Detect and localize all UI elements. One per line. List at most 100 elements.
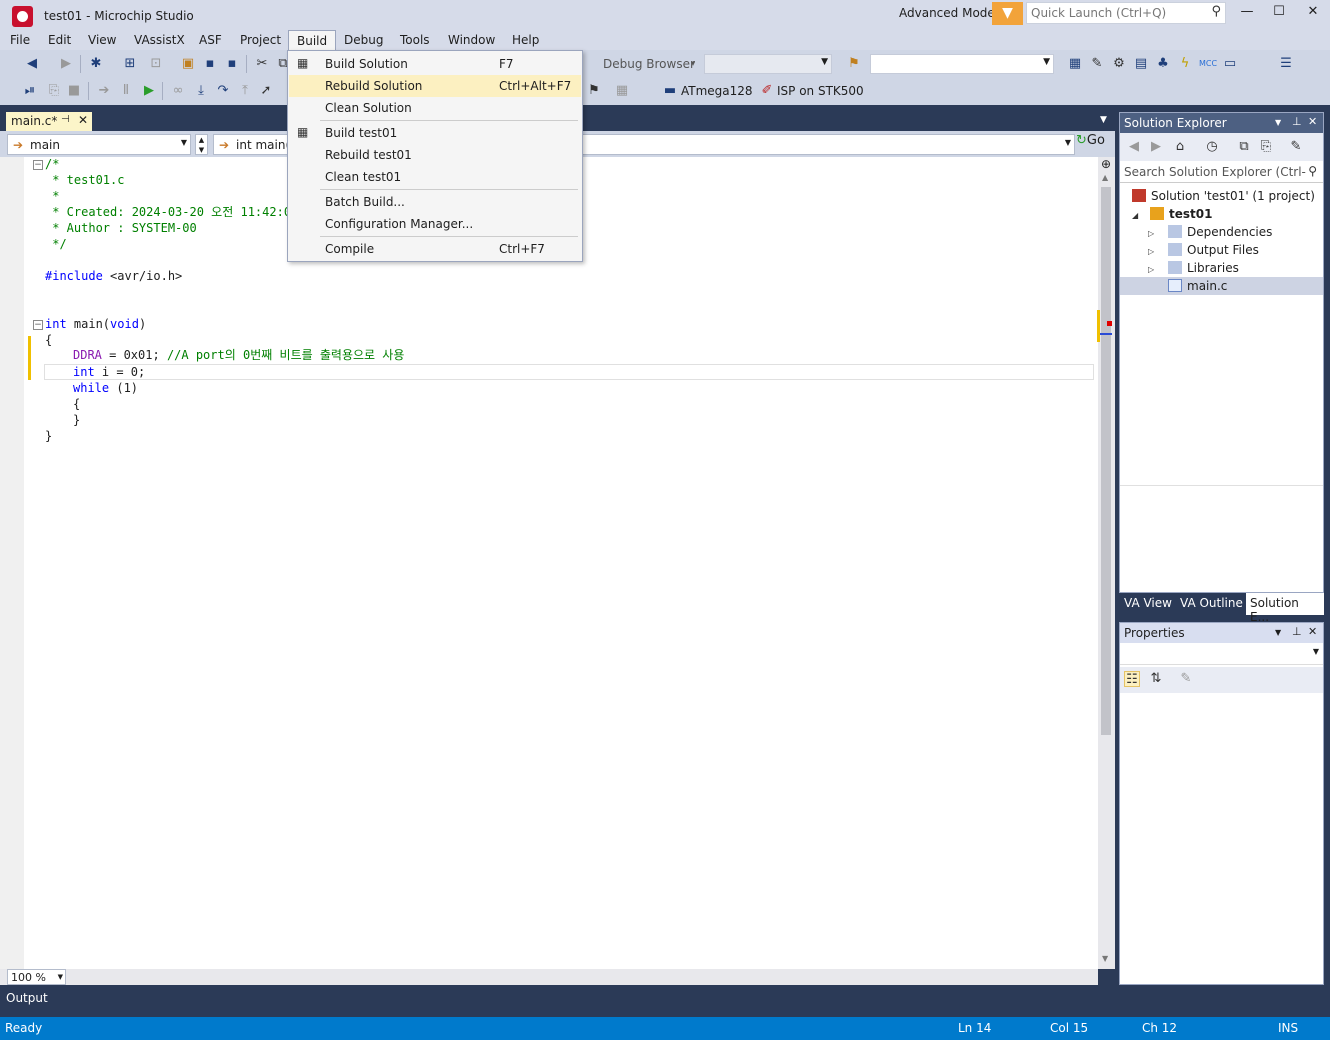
tab-main-c[interactable]: main.c* ⊣ ✕ — [6, 112, 92, 131]
chevron-down-icon[interactable]: ▼ — [1275, 118, 1281, 127]
tree-solution[interactable]: Solution 'test01' (1 project) — [1132, 189, 1315, 203]
step-into-icon[interactable]: ⤓ — [193, 83, 209, 99]
step-out-icon[interactable]: ⤒ — [237, 83, 253, 99]
collapsed-icon[interactable]: ▷ — [1148, 247, 1154, 256]
wrench-icon[interactable]: ✎ — [1288, 139, 1304, 155]
show-next-icon[interactable]: ➔ — [96, 83, 112, 99]
memory-icon[interactable]: ▤ — [1133, 56, 1149, 72]
menu-tools[interactable]: Tools — [400, 33, 430, 47]
forward-icon[interactable]: ▶ — [1148, 139, 1164, 155]
continue-icon[interactable]: ▶ — [141, 83, 157, 99]
minimize-button[interactable]: — — [1232, 4, 1262, 24]
solution-search-input[interactable]: Search Solution Explorer (Ctrl- ⚲ — [1120, 161, 1323, 183]
tree-output-files[interactable]: Output Files — [1168, 243, 1259, 257]
zoom-combo[interactable]: 100 % ▼ — [7, 969, 66, 985]
tree-project[interactable]: test01 — [1150, 207, 1212, 221]
wrench-icon[interactable]: ✎ — [1089, 56, 1105, 72]
menu-item-compile[interactable]: Compile Ctrl+F7 — [289, 238, 581, 260]
step-over-icon[interactable]: ↷ — [215, 83, 231, 99]
tab-solution-explorer[interactable]: Solution E... — [1246, 593, 1324, 624]
categorized-icon[interactable]: ☷ — [1124, 671, 1140, 687]
tab-va-view[interactable]: VA View — [1124, 596, 1172, 610]
plugin-icon[interactable]: ♣ — [1155, 56, 1171, 72]
menu-window[interactable]: Window — [448, 33, 495, 47]
find-combo[interactable]: ▼ — [870, 54, 1054, 74]
save-all-icon[interactable]: ▪ — [224, 56, 240, 72]
terminal-icon[interactable]: ▭ — [1222, 56, 1238, 72]
pin-icon[interactable]: ⊣ — [61, 114, 70, 125]
back-icon[interactable]: ◀ — [24, 56, 40, 72]
menu-item-rebuild-project[interactable]: Rebuild test01 — [289, 144, 581, 166]
menu-item-build-solution[interactable]: ▦ Build Solution F7 — [289, 53, 581, 75]
open-file-icon[interactable]: ▣ — [180, 56, 196, 72]
tree-main-c[interactable]: main.c — [1120, 277, 1323, 295]
lightning-icon[interactable]: ϟ — [1177, 56, 1193, 72]
menu-asf[interactable]: ASF — [199, 33, 222, 47]
stop-icon[interactable]: ■ — [66, 83, 82, 99]
chevron-down-icon[interactable]: ▼ — [1275, 628, 1281, 637]
device-programming-icon[interactable]: ▦ — [1067, 56, 1083, 72]
menu-item-clean-project[interactable]: Clean test01 — [289, 166, 581, 188]
editor-vertical-scrollbar[interactable]: ⊕ ▲ ▼ — [1098, 157, 1115, 969]
filter-icon[interactable]: ▼ — [992, 2, 1023, 25]
menu-view[interactable]: View — [88, 33, 116, 47]
scroll-down-icon[interactable]: ▼ — [1102, 954, 1108, 963]
pin-icon[interactable]: ⊥ — [1292, 625, 1302, 638]
menu-build[interactable]: Build — [288, 30, 337, 52]
chip-icon[interactable]: ▦ — [614, 83, 630, 99]
collapsed-icon[interactable]: ▷ — [1148, 229, 1154, 238]
alphabetical-icon[interactable]: ⇅ — [1148, 671, 1164, 687]
debug-browser-button[interactable]: Debug Browser — [603, 57, 695, 71]
close-tab-icon[interactable]: ✕ — [78, 113, 88, 127]
go-button[interactable]: ↻Go — [1076, 133, 1112, 155]
editor-horizontal-scrollbar[interactable] — [0, 969, 1098, 985]
close-icon[interactable]: ✕ — [1308, 115, 1317, 128]
tool-button[interactable]: ISP on STK500 — [777, 84, 864, 98]
cut-icon[interactable]: ✂ — [254, 56, 270, 72]
find-in-files-icon[interactable]: ⚑ — [846, 56, 862, 72]
tree-dependencies[interactable]: Dependencies — [1168, 225, 1272, 239]
new-project-icon[interactable]: ✱ — [88, 56, 104, 72]
device-button[interactable]: ATmega128 — [681, 84, 753, 98]
properties-object-combo[interactable]: ▼ — [1120, 643, 1323, 665]
tab-output[interactable]: Output — [6, 991, 48, 1005]
forward-icon[interactable]: ▶ — [58, 56, 74, 72]
scope-spinner[interactable]: ▲ ▼ — [195, 134, 208, 155]
menu-item-rebuild-solution[interactable]: Rebuild Solution Ctrl+Alt+F7 — [289, 75, 581, 97]
settings-icon[interactable]: ⚙ — [1111, 56, 1127, 72]
split-icon[interactable]: ⊕ — [1101, 157, 1111, 171]
run-to-cursor-icon[interactable]: ➚ — [258, 83, 274, 99]
quick-launch-input[interactable]: Quick Launch (Ctrl+Q) ⚲ — [1026, 2, 1226, 24]
back-icon[interactable]: ◀ — [1126, 139, 1142, 155]
menu-file[interactable]: File — [10, 33, 30, 47]
start-without-debug-icon[interactable]: ⏯ — [22, 83, 38, 99]
scroll-up-icon[interactable]: ▲ — [1102, 173, 1108, 182]
add-new-icon[interactable]: ⊡ — [148, 56, 164, 72]
collapse-icon[interactable]: ⧉ — [1236, 139, 1252, 155]
menu-debug[interactable]: Debug — [344, 33, 383, 47]
fold-toggle-icon[interactable]: − — [33, 320, 43, 330]
pin-icon[interactable]: ⊥ — [1292, 115, 1302, 128]
pause-icon[interactable]: Ⅱ — [118, 83, 134, 99]
menu-help[interactable]: Help — [512, 33, 539, 47]
tool-icon[interactable]: ✐ — [759, 83, 775, 99]
expand-icon[interactable]: ◢ — [1132, 211, 1138, 220]
save-icon[interactable]: ▪ — [202, 56, 218, 72]
build-icon[interactable]: ⚑ — [586, 83, 602, 99]
menu-item-clean-solution[interactable]: Clean Solution — [289, 97, 581, 119]
menu-item-configuration-manager[interactable]: Configuration Manager... — [289, 213, 581, 235]
device-icon[interactable]: ▬ — [662, 83, 678, 99]
collapsed-icon[interactable]: ▷ — [1148, 265, 1154, 274]
menu-project[interactable]: Project — [240, 33, 281, 47]
attach-icon[interactable]: ⎘ — [46, 83, 62, 99]
home-icon[interactable]: ⌂ — [1172, 139, 1188, 155]
menu-item-batch-build[interactable]: Batch Build... — [289, 191, 581, 213]
show-all-icon[interactable]: ⎘ — [1258, 139, 1274, 155]
menu-edit[interactable]: Edit — [48, 33, 71, 47]
tab-overflow-icon[interactable]: ▼ — [1100, 115, 1107, 125]
tab-va-outline[interactable]: VA Outline — [1180, 596, 1243, 610]
debug-target-combo[interactable]: ▼ — [704, 54, 832, 74]
tree-libraries[interactable]: Libraries — [1168, 261, 1239, 275]
close-icon[interactable]: ✕ — [1308, 625, 1317, 638]
history-icon[interactable]: ◷ — [1204, 139, 1220, 155]
